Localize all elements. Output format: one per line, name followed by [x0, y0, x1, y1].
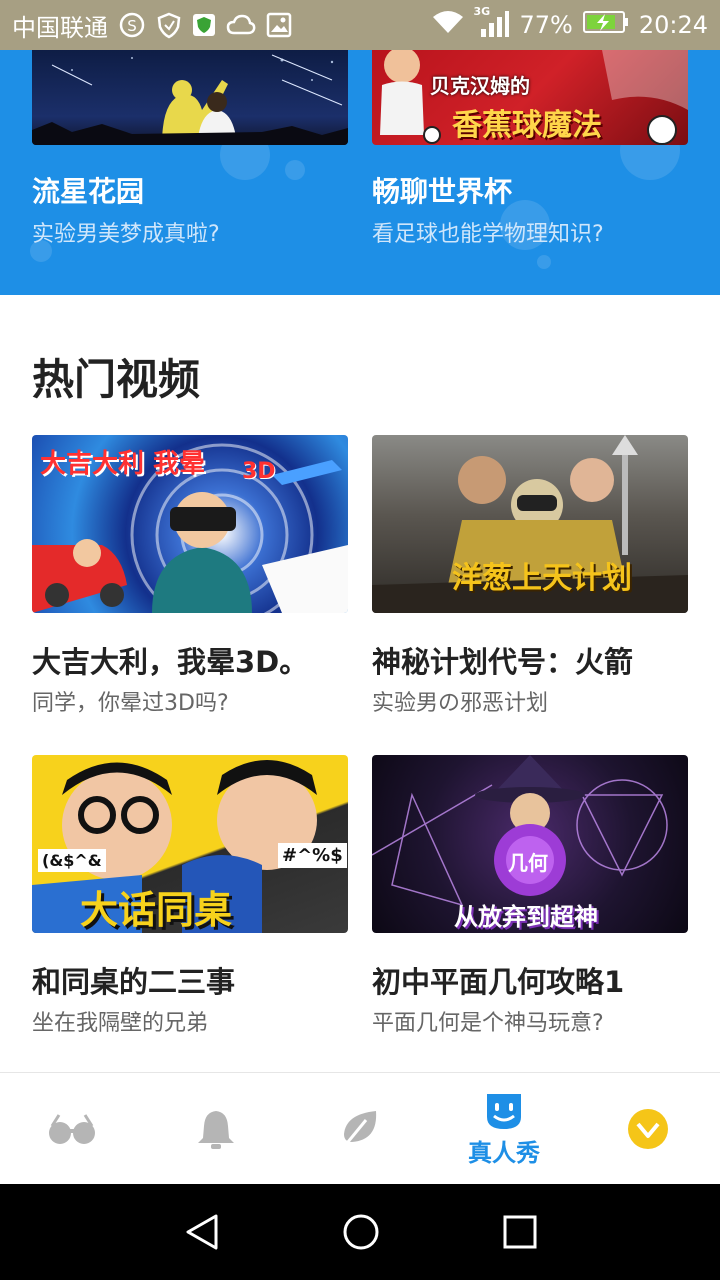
video-card[interactable]: 几何 从放弃到超神 初中平面几何攻略1 平面几何是个神马玩意? [372, 755, 688, 1036]
featured-subtitle: 实验男美梦成真啦? [32, 222, 220, 247]
featured-subtitle: 看足球也能学物理知识? [372, 222, 604, 247]
nav-tab-reality-show[interactable]: 真人秀 [432, 1073, 576, 1185]
recents-square-icon [503, 1215, 537, 1249]
signal-icon: 3G [473, 5, 510, 39]
leaf-icon [341, 1111, 377, 1149]
video-thumb-caption-symbols-left: (&$^& [38, 849, 106, 872]
nav-tab-bell[interactable] [144, 1073, 288, 1185]
video-card[interactable]: (&$^& #^%$ 大话同桌 和同桌的二三事 坐在我隔壁的兄弟 [32, 755, 348, 1036]
featured-card-world-cup[interactable]: 贝克汉姆的 香蕉球魔法 [372, 50, 688, 145]
home-button[interactable] [331, 1204, 391, 1260]
featured-section: 流星花园 实验男美梦成真啦? 贝克汉姆的 香蕉球魔法 畅聊世界杯 看足球也能学物… [0, 50, 720, 295]
video-subtitle: 同学，你晕过3D吗? [32, 691, 229, 716]
video-subtitle: 实验男の邪恶计划 [372, 691, 549, 716]
video-thumb-caption-orb: 几何 [508, 851, 548, 875]
recents-button[interactable] [490, 1204, 550, 1260]
video-subtitle: 平面几何是个神马玩意? [372, 1011, 604, 1036]
status-bar: 中国联通 S 3G 77% 20:24 [0, 0, 720, 50]
video-thumbnail: 几何 从放弃到超神 [372, 755, 688, 933]
clock: 20:24 [638, 11, 708, 39]
video-title: 大吉大利，我晕3D。 [32, 645, 309, 679]
featured-thumbnail [32, 50, 348, 145]
nav-tab-label: 真人秀 [468, 1138, 540, 1167]
video-thumb-caption-3d: 3D [242, 459, 276, 484]
cloud-icon [226, 14, 256, 36]
bottom-nav: 真人秀 [0, 1072, 720, 1185]
sogou-icon: S [118, 11, 146, 39]
section-title-hot-videos: 热门视频 [32, 355, 201, 404]
video-thumb-caption: 洋葱上天计划 [452, 561, 632, 596]
video-card[interactable]: 洋葱上天计划 神秘计划代号：火箭 实验男の邪恶计划 [372, 435, 688, 716]
vip-badge-icon [628, 1109, 668, 1149]
video-thumb-caption: 从放弃到超神 [454, 903, 598, 931]
video-thumbnail: 洋葱上天计划 [372, 435, 688, 613]
featured-thumb-caption-top: 贝克汉姆的 [430, 74, 530, 98]
featured-card-meteor-garden[interactable] [32, 50, 348, 145]
bubble-decoration [285, 160, 305, 180]
featured-title: 畅聊世界杯 [372, 175, 513, 208]
featured-title: 流星花园 [32, 175, 145, 208]
smiley-face-icon [487, 1093, 521, 1129]
battery-percent: 77% [519, 11, 573, 39]
home-circle-icon [343, 1214, 379, 1250]
network-type: 3G [473, 5, 491, 18]
nav-tab-leaf[interactable] [288, 1073, 432, 1185]
security-app-icon [192, 13, 216, 37]
shield-icon [156, 11, 182, 39]
battery-icon [582, 10, 629, 40]
video-thumb-caption: 大吉大利 我晕 [40, 449, 206, 479]
video-card[interactable]: 大吉大利 我晕 3D 大吉大利，我晕3D。 同学，你晕过3D吗? [32, 435, 348, 716]
back-triangle-icon [186, 1214, 218, 1250]
video-title: 和同桌的二三事 [32, 965, 236, 999]
image-icon [266, 12, 292, 38]
bell-icon [198, 1111, 234, 1149]
featured-thumb-caption-bottom: 香蕉球魔法 [452, 108, 602, 143]
svg-text:S: S [127, 17, 137, 35]
system-nav-bar [0, 1184, 720, 1280]
video-thumb-caption: 大话同桌 [80, 888, 233, 932]
nav-tab-vip[interactable] [576, 1073, 720, 1185]
video-thumb-caption-symbols-right: #^%$ [278, 843, 347, 868]
video-subtitle: 坐在我隔壁的兄弟 [32, 1011, 209, 1036]
meteor-scene [32, 54, 348, 145]
bubble-decoration [537, 255, 551, 269]
carrier-label: 中国联通 [12, 13, 108, 42]
video-title: 神秘计划代号：火箭 [372, 645, 634, 679]
video-title: 初中平面几何攻略1 [372, 965, 625, 999]
video-thumbnail: 大吉大利 我晕 3D [32, 435, 348, 613]
video-thumbnail: (&$^& #^%$ 大话同桌 [32, 755, 348, 933]
back-button[interactable] [172, 1204, 232, 1260]
wifi-icon [431, 9, 465, 41]
nav-tab-glasses[interactable] [0, 1073, 144, 1185]
featured-thumbnail: 贝克汉姆的 香蕉球魔法 [372, 50, 688, 145]
glasses-icon [49, 1114, 95, 1144]
